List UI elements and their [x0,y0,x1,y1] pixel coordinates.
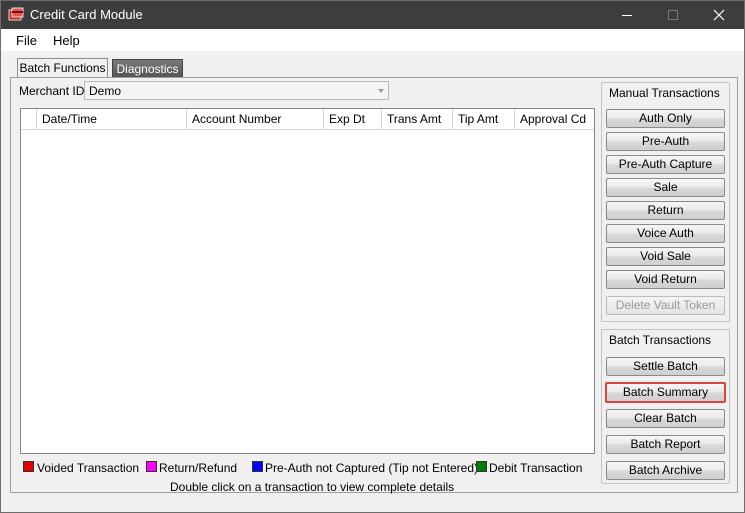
menu-file[interactable]: File [16,33,37,48]
legend-swatch-voided [23,461,34,472]
merchant-id-label: Merchant ID [19,84,85,98]
column-header-approval-cd[interactable]: Approval Cd [515,109,594,129]
list-header: Date/Time Account Number Exp Dt Trans Am… [21,109,594,130]
close-icon [713,9,725,21]
batch-summary-button[interactable]: Batch Summary [605,382,726,403]
batch-archive-button[interactable]: Batch Archive [606,461,725,480]
batch-report-button[interactable]: Batch Report [606,435,725,454]
sale-button[interactable]: Sale [606,178,725,197]
auth-only-button[interactable]: Auth Only [606,109,725,128]
tab-diagnostics[interactable]: Diagnostics [112,59,183,77]
chevron-down-icon [378,89,384,93]
return-button[interactable]: Return [606,201,725,220]
legend-label-pre-auth: Pre-Auth not Captured (Tip not Entered) [265,461,478,475]
void-return-button[interactable]: Void Return [606,270,725,289]
column-header-select[interactable] [21,109,37,129]
maximize-icon [668,10,678,20]
menu-bar: File Help [1,29,744,51]
maximize-button[interactable] [650,1,696,29]
tab-batch-functions[interactable]: Batch Functions [17,58,108,77]
legend-label-return-refund: Return/Refund [159,461,238,475]
hint-text: Double click on a transaction to view co… [170,480,455,494]
column-header-account-number[interactable]: Account Number [187,109,324,129]
window-title: Credit Card Module [30,7,143,22]
close-button[interactable] [696,1,742,29]
transactions-list[interactable]: Date/Time Account Number Exp Dt Trans Am… [20,108,595,454]
delete-vault-token-button[interactable]: Delete Vault Token [606,296,725,315]
legend-label-voided: Voided Transaction [37,461,140,475]
void-sale-button[interactable]: Void Sale [606,247,725,266]
legend-swatch-return-refund [146,461,157,472]
title-bar[interactable]: Credit Card Module [1,1,744,29]
column-header-trans-amt[interactable]: Trans Amt [382,109,453,129]
pre-auth-capture-button[interactable]: Pre-Auth Capture [606,155,725,174]
minimize-icon [622,15,632,16]
app-window: Credit Card Module File Help Batch Funct… [0,0,745,513]
app-icon [8,7,24,21]
merchant-id-value: Demo [89,84,122,98]
clear-batch-button[interactable]: Clear Batch [606,409,725,428]
column-header-tip-amt[interactable]: Tip Amt [453,109,515,129]
column-header-exp-dt[interactable]: Exp Dt [324,109,382,129]
legend-swatch-debit [476,461,487,472]
manual-transactions-title: Manual Transactions [609,86,720,100]
voice-auth-button[interactable]: Voice Auth [606,224,725,243]
settle-batch-button[interactable]: Settle Batch [606,357,725,376]
column-header-date-time[interactable]: Date/Time [37,109,187,129]
legend-swatch-pre-auth [252,461,263,472]
menu-help[interactable]: Help [53,33,80,48]
legend-label-debit: Debit Transaction [489,461,583,475]
merchant-id-select[interactable]: Demo [84,81,389,100]
pre-auth-button[interactable]: Pre-Auth [606,132,725,151]
batch-transactions-title: Batch Transactions [609,333,712,347]
minimize-button[interactable] [604,1,650,29]
